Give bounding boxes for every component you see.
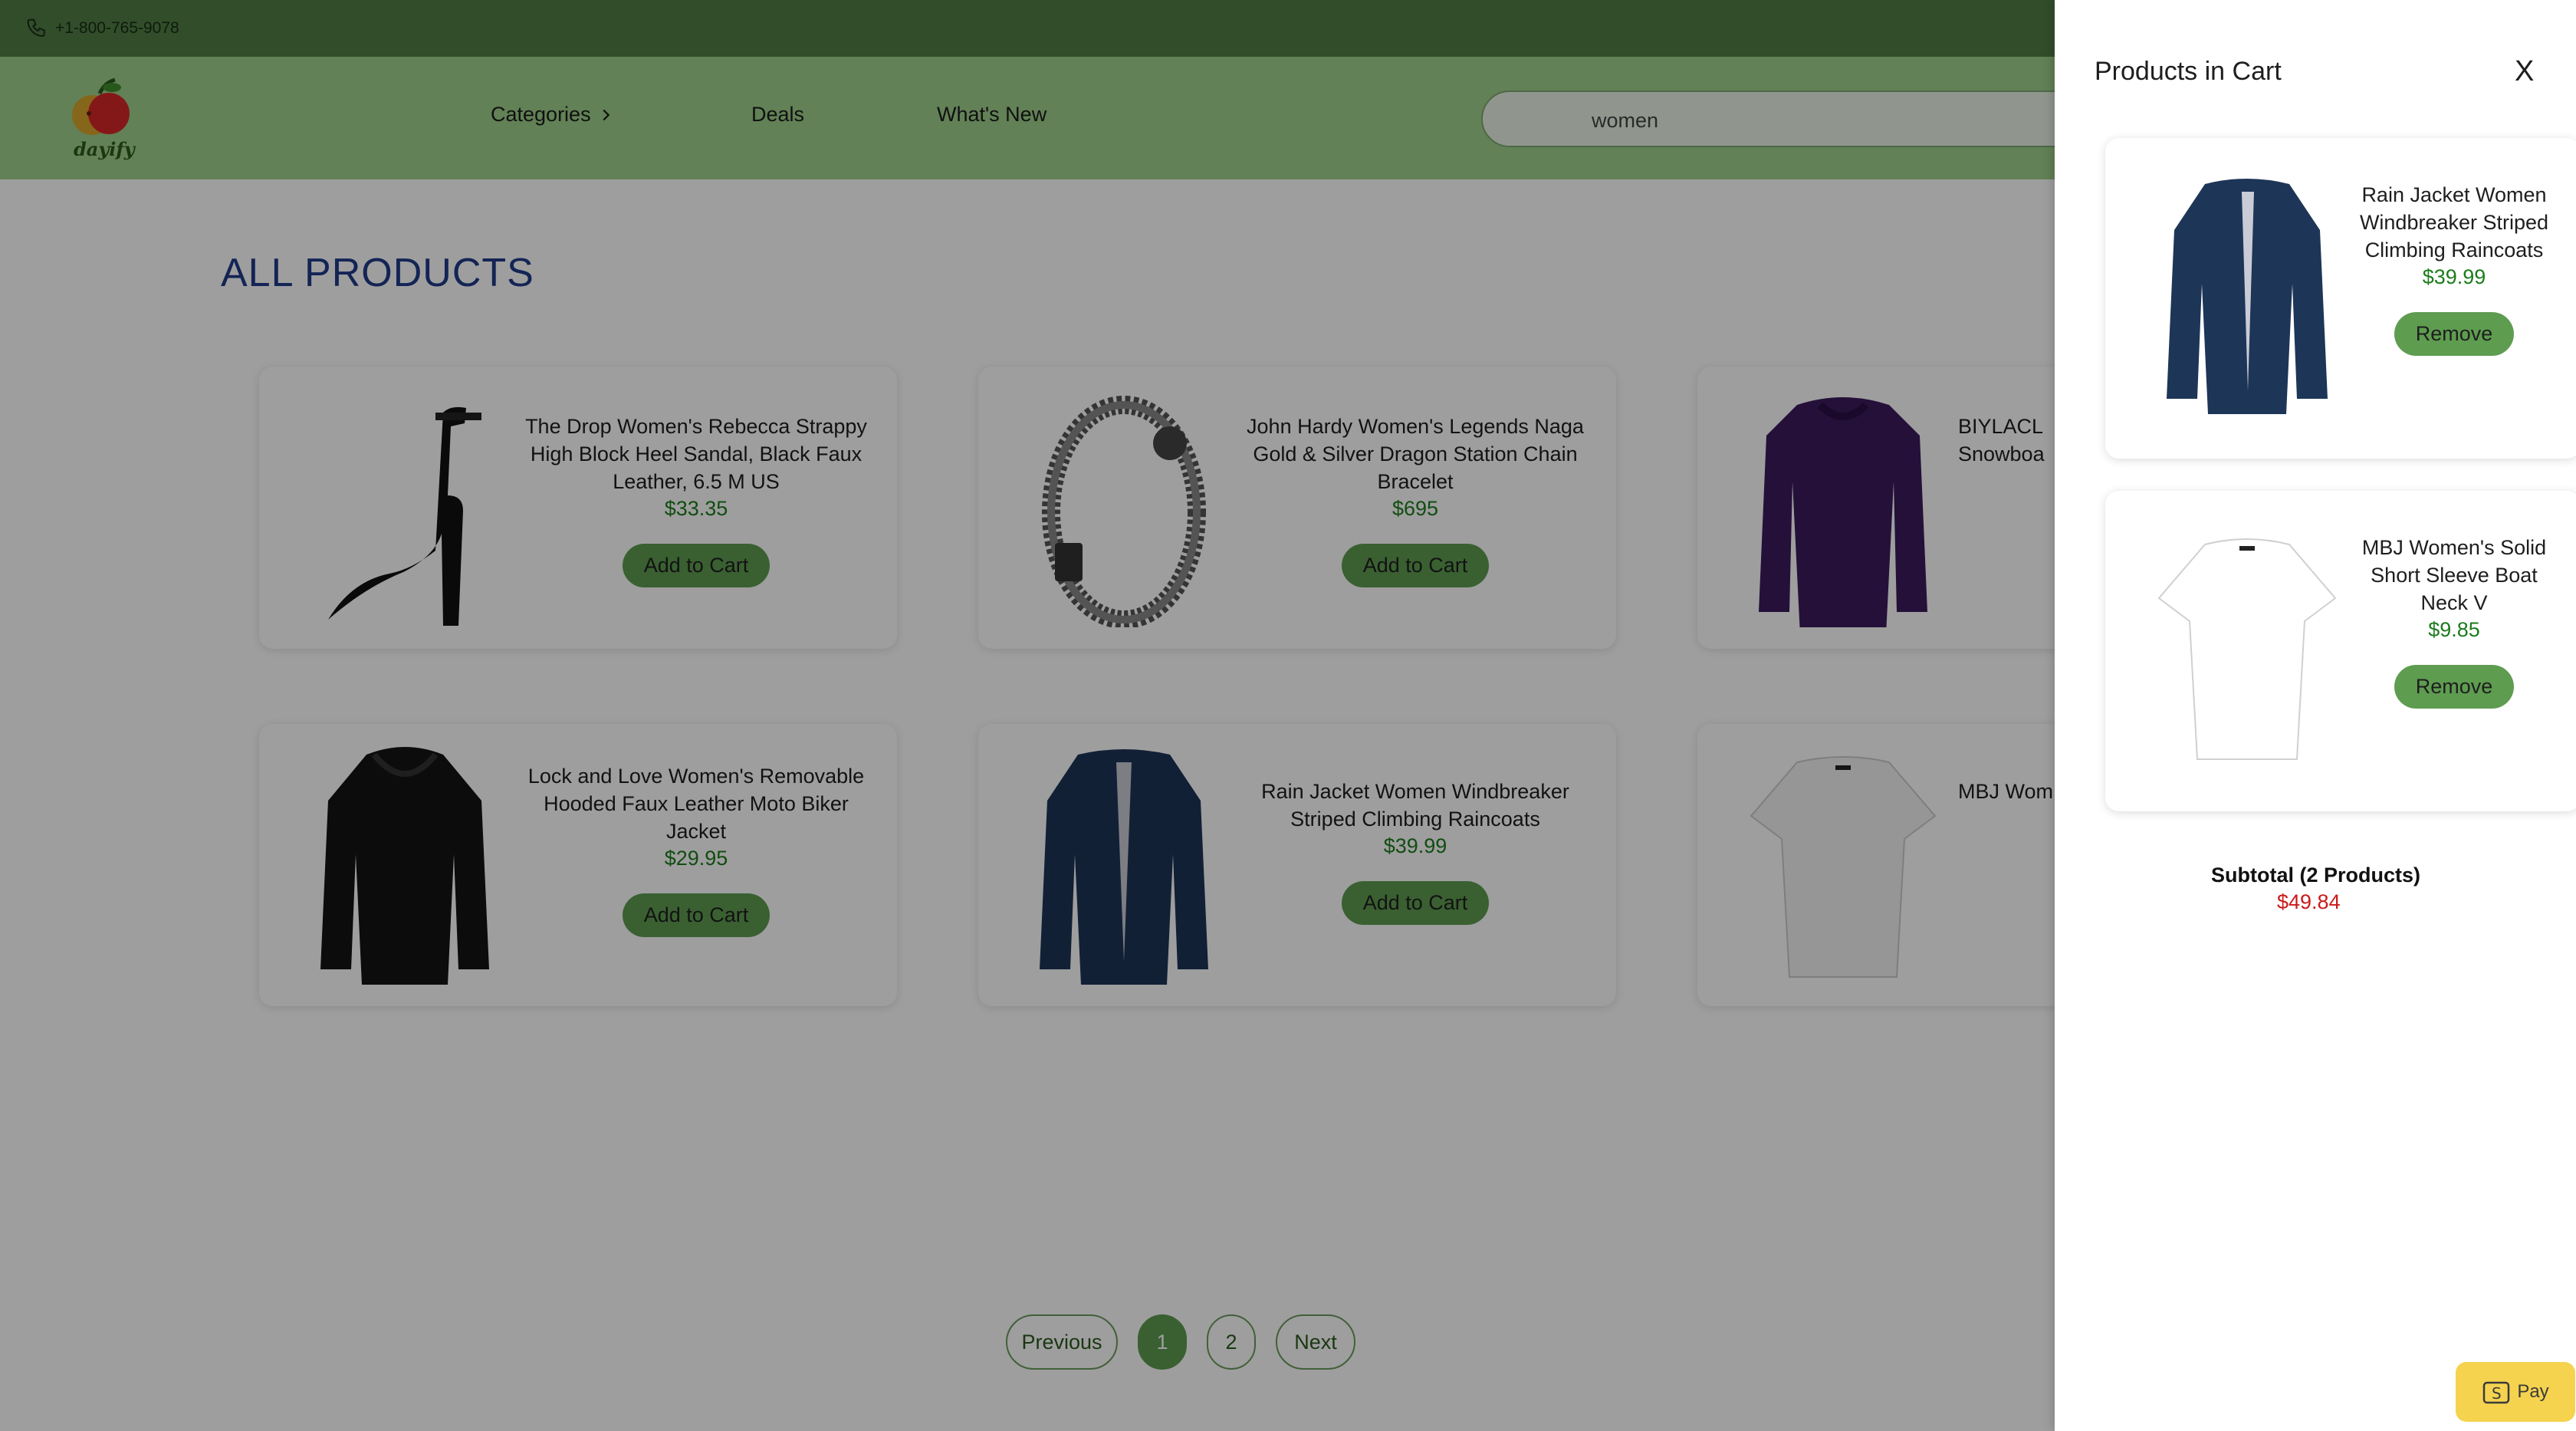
subtotal: Subtotal (2 Products) $49.84 [2208, 864, 2576, 914]
cart-drawer: Products in Cart X Rain Jacket Women Win… [2055, 0, 2576, 1431]
pay-label: Pay [2517, 1381, 2549, 1402]
cart-item-title: MBJ Women's Solid Short Sleeve Boat Neck… [2361, 536, 2547, 614]
cart-item-price: $39.99 [2422, 265, 2486, 288]
cart-item-price: $9.85 [2428, 618, 2480, 641]
remove-button[interactable]: Remove [2394, 665, 2515, 709]
svg-text:S: S [2492, 1384, 2502, 1403]
cart-item-image-rain-jacket [2167, 179, 2328, 414]
cart-title: Products in Cart [2095, 57, 2282, 86]
subtotal-label: Subtotal (2 Products) [2211, 864, 2421, 887]
cart-item-image-tshirt [2157, 538, 2337, 760]
subtotal-value: $49.84 [2277, 890, 2341, 913]
cart-item: Rain Jacket Women Windbreaker Striped Cl… [2105, 138, 2576, 459]
remove-button[interactable]: Remove [2394, 312, 2515, 356]
modal-overlay[interactable] [0, 0, 2055, 1431]
wallet-icon: S [2483, 1381, 2510, 1404]
cart-item: MBJ Women's Solid Short Sleeve Boat Neck… [2105, 491, 2576, 811]
pay-button[interactable]: S Pay [2456, 1362, 2575, 1422]
close-cart-button[interactable]: X [2515, 55, 2534, 88]
cart-item-title: Rain Jacket Women Windbreaker Striped Cl… [2359, 183, 2549, 262]
